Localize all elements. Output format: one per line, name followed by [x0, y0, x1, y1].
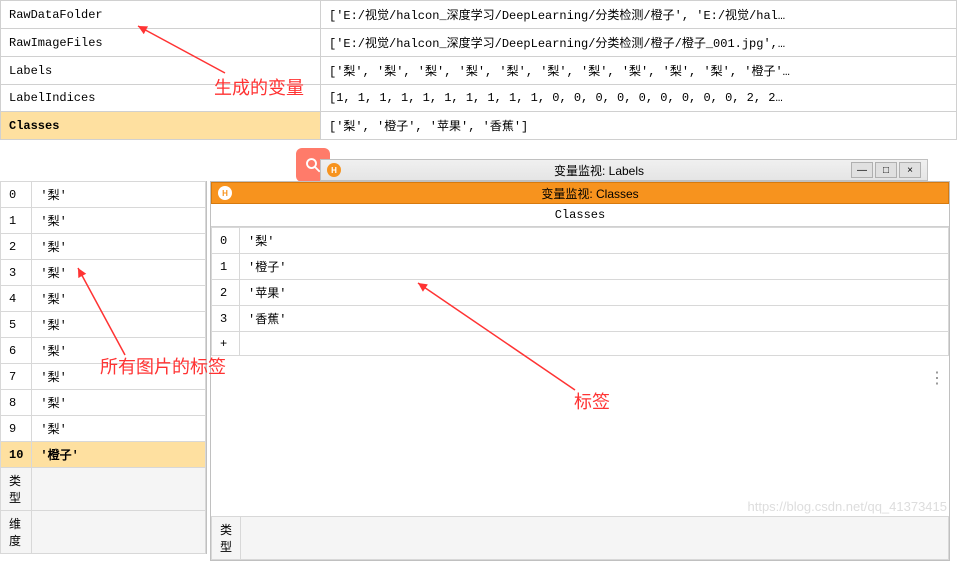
- variable-value: ['E:/视觉/halcon_深度学习/DeepLearning/分类检测/橙子…: [321, 1, 957, 29]
- row-index: 5: [1, 312, 32, 338]
- variable-row[interactable]: LabelIndices[1, 1, 1, 1, 1, 1, 1, 1, 1, …: [1, 85, 957, 112]
- row-index: 2: [1, 234, 32, 260]
- row-value: '梨': [32, 234, 206, 260]
- row-value: '梨': [32, 312, 206, 338]
- table-row[interactable]: 0'梨': [1, 182, 206, 208]
- row-index: 1: [212, 254, 240, 280]
- row-value: '梨': [32, 338, 206, 364]
- table-row[interactable]: 0'梨': [212, 228, 949, 254]
- row-value: '梨': [32, 182, 206, 208]
- variable-name: LabelIndices: [1, 85, 321, 112]
- meta-type-label: 类型: [212, 517, 241, 560]
- row-index: 4: [1, 286, 32, 312]
- variable-name: Classes: [1, 112, 321, 140]
- variable-row[interactable]: RawDataFolder['E:/视觉/halcon_深度学习/DeepLea…: [1, 1, 957, 29]
- row-value: '橙子': [32, 442, 206, 468]
- variable-name: Labels: [1, 57, 321, 85]
- labels-window-title: 变量监视: Labels: [347, 162, 851, 179]
- table-row[interactable]: 3'香蕉': [212, 306, 949, 332]
- table-row[interactable]: 10'橙子': [1, 442, 206, 468]
- row-value: '梨': [240, 228, 949, 254]
- minimize-button[interactable]: —: [851, 162, 873, 178]
- labels-window-titlebar[interactable]: H 变量监视: Labels — □ ×: [320, 159, 928, 181]
- row-index: 8: [1, 390, 32, 416]
- row-index: 10: [1, 442, 32, 468]
- row-index: 0: [1, 182, 32, 208]
- row-value: '苹果': [240, 280, 949, 306]
- meta-type-label: 类型: [1, 468, 32, 511]
- table-row[interactable]: 1'橙子': [212, 254, 949, 280]
- row-index: 3: [1, 260, 32, 286]
- row-index: 0: [212, 228, 240, 254]
- row-index: 1: [1, 208, 32, 234]
- variable-row[interactable]: Labels['梨', '梨', '梨', '梨', '梨', '梨', '梨'…: [1, 57, 957, 85]
- variable-value: ['梨', '橙子', '苹果', '香蕉']: [321, 112, 957, 140]
- variable-row[interactable]: Classes['梨', '橙子', '苹果', '香蕉']: [1, 112, 957, 140]
- watermark: https://blog.csdn.net/qq_41373415: [748, 499, 948, 514]
- row-value: '梨': [32, 364, 206, 390]
- labels-data-table: 0'梨'1'梨'2'梨'3'梨'4'梨'5'梨'6'梨'7'梨'8'梨'9'梨'…: [0, 181, 206, 554]
- variable-row[interactable]: RawImageFiles['E:/视觉/halcon_深度学习/DeepLea…: [1, 29, 957, 57]
- table-row[interactable]: 5'梨': [1, 312, 206, 338]
- maximize-button[interactable]: □: [875, 162, 897, 178]
- labels-data-panel: 0'梨'1'梨'2'梨'3'梨'4'梨'5'梨'6'梨'7'梨'8'梨'9'梨'…: [0, 181, 207, 554]
- row-index: 9: [1, 416, 32, 442]
- table-row[interactable]: 2'梨': [1, 234, 206, 260]
- variable-name: RawImageFiles: [1, 29, 321, 57]
- classes-column-header: Classes: [211, 204, 949, 227]
- variable-value: ['E:/视觉/halcon_深度学习/DeepLearning/分类检测/橙子…: [321, 29, 957, 57]
- row-value: '梨': [32, 260, 206, 286]
- classes-window-titlebar[interactable]: H 变量监视: Classes: [211, 182, 949, 204]
- table-row[interactable]: 6'梨': [1, 338, 206, 364]
- more-indicator-icon: ⋮: [929, 368, 943, 388]
- variable-name: RawDataFolder: [1, 1, 321, 29]
- variable-value: [1, 1, 1, 1, 1, 1, 1, 1, 1, 1, 0, 0, 0, …: [321, 85, 957, 112]
- variable-value: ['梨', '梨', '梨', '梨', '梨', '梨', '梨', '梨',…: [321, 57, 957, 85]
- row-value: '橙子': [240, 254, 949, 280]
- variables-table: RawDataFolder['E:/视觉/halcon_深度学习/DeepLea…: [0, 0, 957, 140]
- table-row[interactable]: 3'梨': [1, 260, 206, 286]
- add-row-plus[interactable]: +: [212, 332, 240, 356]
- table-row[interactable]: 8'梨': [1, 390, 206, 416]
- table-row[interactable]: 7'梨': [1, 364, 206, 390]
- row-index: 3: [212, 306, 240, 332]
- table-row[interactable]: 4'梨': [1, 286, 206, 312]
- row-value: '梨': [32, 390, 206, 416]
- row-value: '梨': [32, 208, 206, 234]
- app-icon: H: [327, 163, 341, 177]
- close-button[interactable]: ×: [899, 162, 921, 178]
- table-row[interactable]: 9'梨': [1, 416, 206, 442]
- meta-dim-label: 维度: [1, 511, 32, 554]
- classes-data-table: 0'梨'1'橙子'2'苹果'3'香蕉' +: [211, 227, 949, 356]
- row-index: 2: [212, 280, 240, 306]
- classes-window-title: 变量监视: Classes: [238, 185, 942, 202]
- row-index: 7: [1, 364, 32, 390]
- row-value: '梨': [32, 416, 206, 442]
- app-icon: H: [218, 186, 232, 200]
- row-index: 6: [1, 338, 32, 364]
- table-row[interactable]: 1'梨': [1, 208, 206, 234]
- table-row[interactable]: 2'苹果': [212, 280, 949, 306]
- row-value: '香蕉': [240, 306, 949, 332]
- row-value: '梨': [32, 286, 206, 312]
